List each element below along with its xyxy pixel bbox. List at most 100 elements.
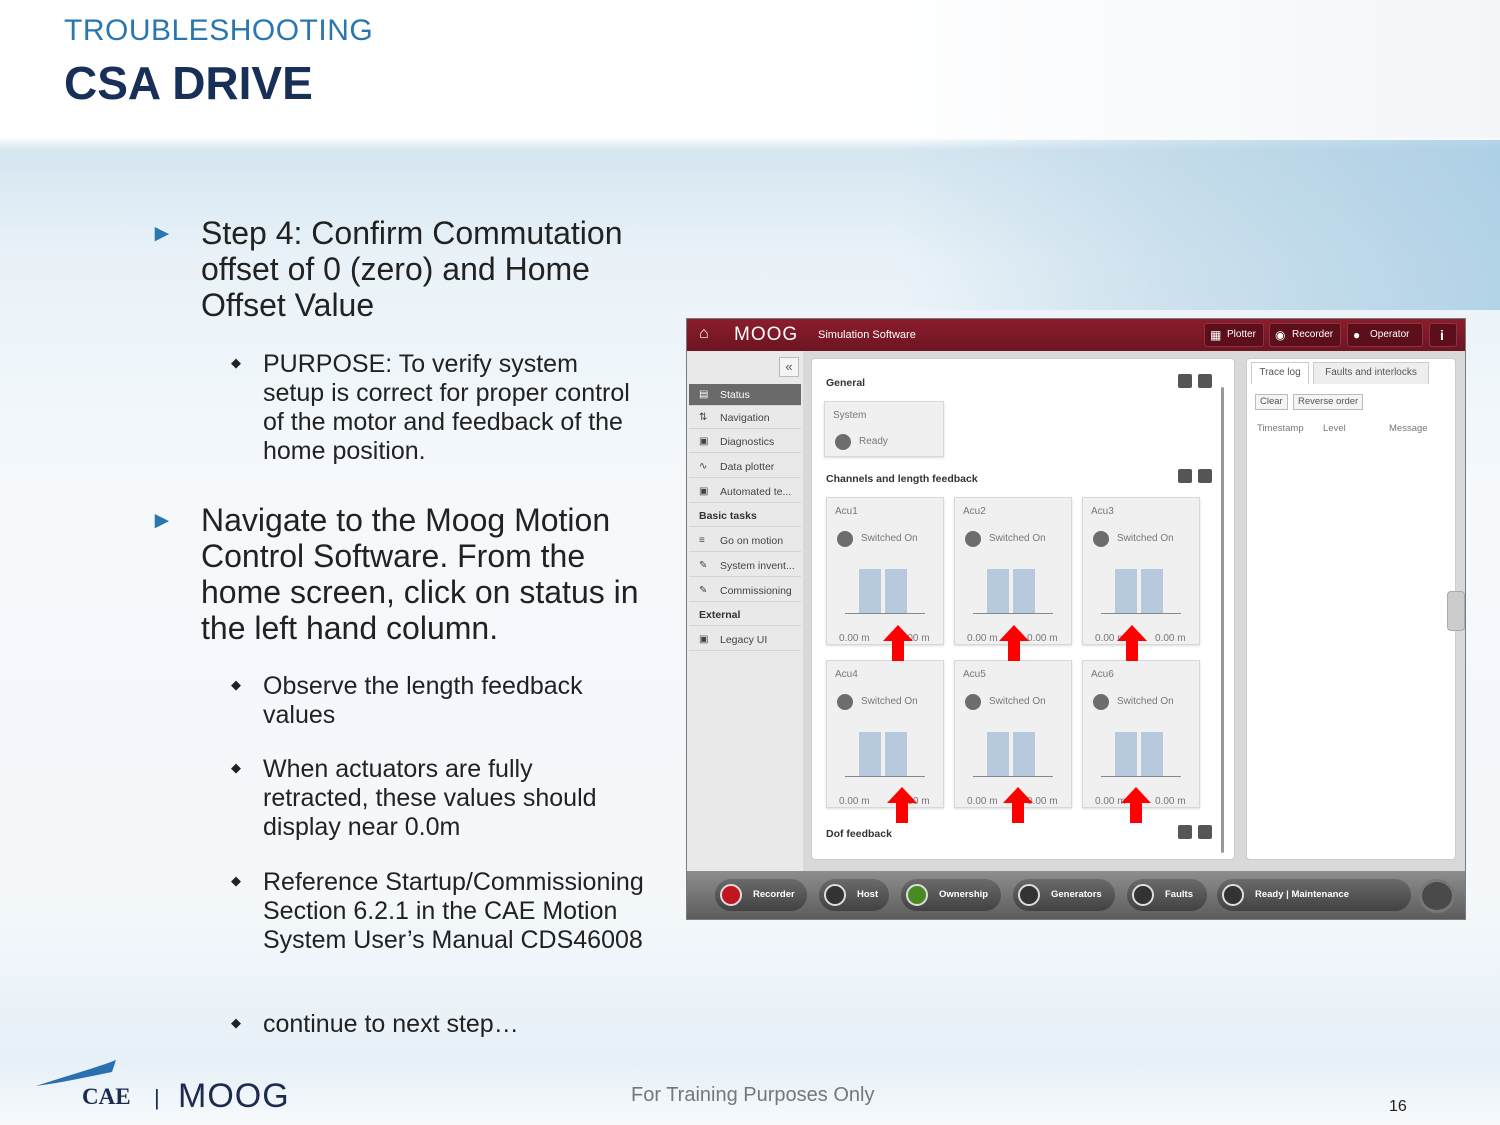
bullet-arrow-icon: ►: [150, 507, 174, 534]
footer-note: For Training Purposes Only: [631, 1084, 875, 1106]
length-value-right: 0.00 m: [1155, 796, 1186, 807]
general-title: General: [826, 377, 866, 389]
actuator-card: Acu4 Switched On 0.00 m 0.00 m: [826, 660, 944, 808]
ownership-button[interactable]: Ownership: [901, 879, 1001, 911]
list-view-icon[interactable]: [1198, 825, 1212, 839]
navigation-icon: ⇅: [699, 412, 708, 423]
actuator-name: Acu3: [1091, 506, 1114, 517]
home-icon[interactable]: ⌂: [699, 325, 709, 343]
sidebar-item-data-plotter[interactable]: ∿ Data plotter: [689, 456, 801, 478]
bar-baseline: [1101, 776, 1181, 777]
length-bar: [1141, 732, 1163, 776]
length-bar: [859, 569, 881, 613]
settings-gear-icon[interactable]: [1419, 879, 1455, 913]
list-view-icon[interactable]: [1198, 469, 1212, 483]
minus-icon: [1222, 884, 1244, 906]
bar-baseline: [845, 776, 925, 777]
collapse-sidebar-icon[interactable]: «: [779, 357, 799, 377]
section-kicker: TROUBLESHOOTING: [64, 14, 374, 47]
actuator-status-indicator: [965, 694, 981, 710]
sidebar-item-automated-tests[interactable]: ▣ Automated te...: [689, 481, 801, 503]
actuator-status-indicator: [837, 694, 853, 710]
plotter-button[interactable]: ▦ Plotter: [1204, 323, 1264, 347]
ownership-icon: [906, 884, 928, 906]
actuator-status-indicator: [965, 531, 981, 547]
logo-separator: |: [154, 1085, 160, 1110]
sidebar-item-diagnostics[interactable]: ▣ Diagnostics: [689, 431, 801, 453]
operator-button[interactable]: ● Operator: [1347, 323, 1423, 347]
system-status-indicator: [835, 434, 851, 450]
host-button[interactable]: Host: [819, 879, 889, 911]
length-value-left: 0.00 m: [839, 796, 870, 807]
panel-resize-handle[interactable]: [1447, 591, 1465, 631]
length-value-right: 0.00 m: [1155, 633, 1186, 644]
document-icon: ▣: [699, 634, 709, 645]
column-timestamp: Timestamp: [1257, 423, 1304, 434]
length-bar: [987, 569, 1009, 613]
length-bar: [1013, 732, 1035, 776]
actuator-name: Acu1: [835, 506, 858, 517]
length-value-right: 0.00 m: [1027, 633, 1058, 644]
length-bar: [1013, 569, 1035, 613]
sidebar-header-basic-tasks: Basic tasks: [689, 505, 801, 527]
sidebar-item-commissioning[interactable]: ✎ Commissioning: [689, 580, 801, 602]
motion-icon: ≡: [699, 535, 705, 546]
sidebar-item-go-on-motion[interactable]: ≡ Go on motion: [689, 530, 801, 552]
bullet-navigate: Navigate to the Moog Motion Control Soft…: [201, 502, 639, 646]
length-bar: [987, 732, 1009, 776]
trace-log-panel: Trace log Faults and interlocks Clear Re…: [1246, 358, 1456, 860]
actuator-status-indicator: [1093, 531, 1109, 547]
reverse-order-button[interactable]: Reverse order: [1293, 394, 1364, 410]
list-view-icon[interactable]: [1198, 374, 1212, 388]
clear-button[interactable]: Clear: [1255, 394, 1288, 410]
bar-baseline: [845, 613, 925, 614]
decorative-triangles: [900, 140, 1500, 310]
channels-title: Channels and length feedback: [826, 473, 978, 485]
bullet-purpose: PURPOSE: To verify system setup is corre…: [263, 350, 630, 465]
faults-button[interactable]: Faults: [1127, 879, 1207, 911]
length-bar: [1115, 732, 1137, 776]
sub-bullet-reference: Reference Startup/Commissioning Section …: [263, 868, 644, 954]
tab-faults-and-interlocks[interactable]: Faults and interlocks: [1313, 362, 1429, 384]
actuator-status: Switched On: [1117, 533, 1174, 544]
info-button[interactable]: i: [1429, 323, 1457, 347]
length-value-left: 0.00 m: [967, 796, 998, 807]
sidebar-item-system-inventory[interactable]: ✎ System invent...: [689, 555, 801, 577]
minus-icon: [1018, 884, 1040, 906]
recorder-button[interactable]: ◉ Recorder: [1269, 323, 1341, 347]
tile-view-icon[interactable]: [1178, 374, 1192, 388]
info-icon: i: [1440, 327, 1444, 343]
actuator-status: Switched On: [861, 696, 918, 707]
app-topbar: ⌂ MOOG Simulation Software ▦ Plotter ◉ Rec…: [687, 319, 1465, 351]
length-value-left: 0.00 m: [839, 633, 870, 644]
actuator-name: Acu2: [963, 506, 986, 517]
column-message: Message: [1389, 423, 1428, 434]
record-icon: ◉: [1275, 328, 1286, 342]
gear-icon: [1132, 884, 1154, 906]
actuator-name: Acu5: [963, 669, 986, 680]
length-bar: [859, 732, 881, 776]
cae-logo: CAE: [82, 1084, 131, 1109]
app-subtitle: Simulation Software: [818, 329, 916, 341]
system-label: System: [833, 410, 867, 421]
slide-title: CSA DRIVE: [64, 57, 313, 109]
diagnostics-icon: ▣: [699, 436, 709, 447]
red-arrow-icon: [883, 625, 913, 661]
sub-bullet-retracted: When actuators are fully retracted, thes…: [263, 755, 597, 841]
tile-view-icon[interactable]: [1178, 825, 1192, 839]
tile-view-icon[interactable]: [1178, 469, 1192, 483]
recorder-status-button[interactable]: Recorder: [715, 879, 807, 911]
sidebar-item-navigation[interactable]: ⇅ Navigation: [689, 407, 801, 429]
moog-logo: MOOG: [178, 1077, 290, 1115]
sidebar-item-status[interactable]: ▤ Status: [689, 384, 801, 406]
tab-trace-log[interactable]: Trace log: [1251, 362, 1309, 384]
main-scrollbar[interactable]: [1221, 387, 1224, 853]
actuator-card: Acu6 Switched On 0.00 m 0.00 m: [1082, 660, 1200, 808]
ready-maintenance-button[interactable]: Ready | Maintenance: [1217, 879, 1411, 911]
length-value-left: 0.00 m: [967, 633, 998, 644]
actuator-name: Acu6: [1091, 669, 1114, 680]
sidebar-item-legacy-ui[interactable]: ▣ Legacy UI: [689, 629, 801, 651]
generators-button[interactable]: Generators: [1013, 879, 1115, 911]
bullet-diamond-icon: ◆: [231, 1015, 241, 1030]
actuator-card: Acu3 Switched On 0.00 m 0.00 m: [1082, 497, 1200, 645]
